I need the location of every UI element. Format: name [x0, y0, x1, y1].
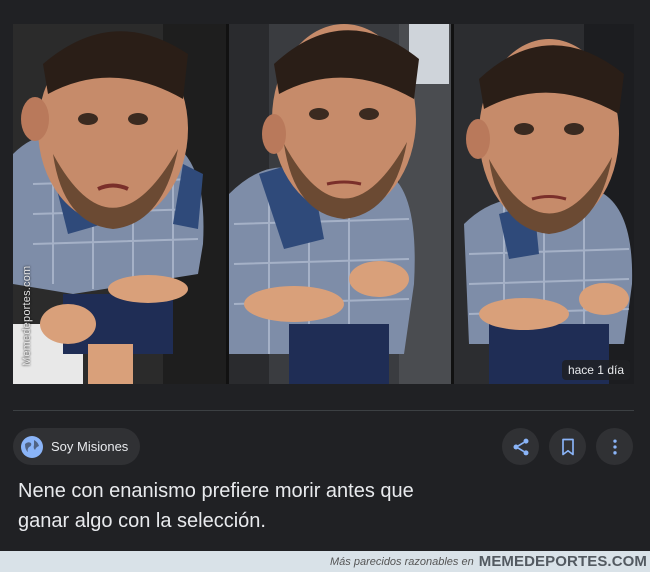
watermark-vertical: Memedeportes.com — [21, 265, 33, 366]
divider — [13, 410, 634, 411]
footer-brand: MEMEDEPORTES.COM — [478, 553, 647, 570]
meme-image[interactable]: Memedeportes.com hace 1 día — [13, 24, 634, 384]
more-options-button[interactable] — [596, 428, 633, 465]
action-bar — [502, 428, 633, 465]
globe-icon — [21, 435, 43, 458]
share-icon — [513, 438, 528, 455]
more-vert-icon — [612, 439, 617, 454]
image-result-page: Memedeportes.com hace 1 día Soy Misiones… — [0, 0, 650, 572]
image-panel-left: Memedeportes.com — [13, 24, 226, 384]
bookmark-icon — [561, 438, 574, 455]
share-button[interactable] — [502, 428, 539, 465]
result-title[interactable]: Nene con enanismo prefiere morir antes q… — [18, 476, 538, 536]
footer-tagline: Más parecidos razonables en — [330, 555, 474, 568]
image-panel-right: hace 1 día — [454, 24, 634, 384]
footer-watermark: Más parecidos razonables en MEMEDEPORTES… — [0, 551, 650, 572]
image-panel-middle — [229, 24, 451, 384]
source-name: Soy Misiones — [51, 439, 129, 454]
source-chip[interactable]: Soy Misiones — [13, 428, 141, 465]
result-title-line-2: ganar algo con la selección. — [18, 510, 266, 532]
result-title-line-1: Nene con enanismo prefiere morir antes q… — [18, 480, 414, 502]
time-badge: hace 1 día — [561, 360, 630, 380]
save-button[interactable] — [549, 428, 586, 465]
